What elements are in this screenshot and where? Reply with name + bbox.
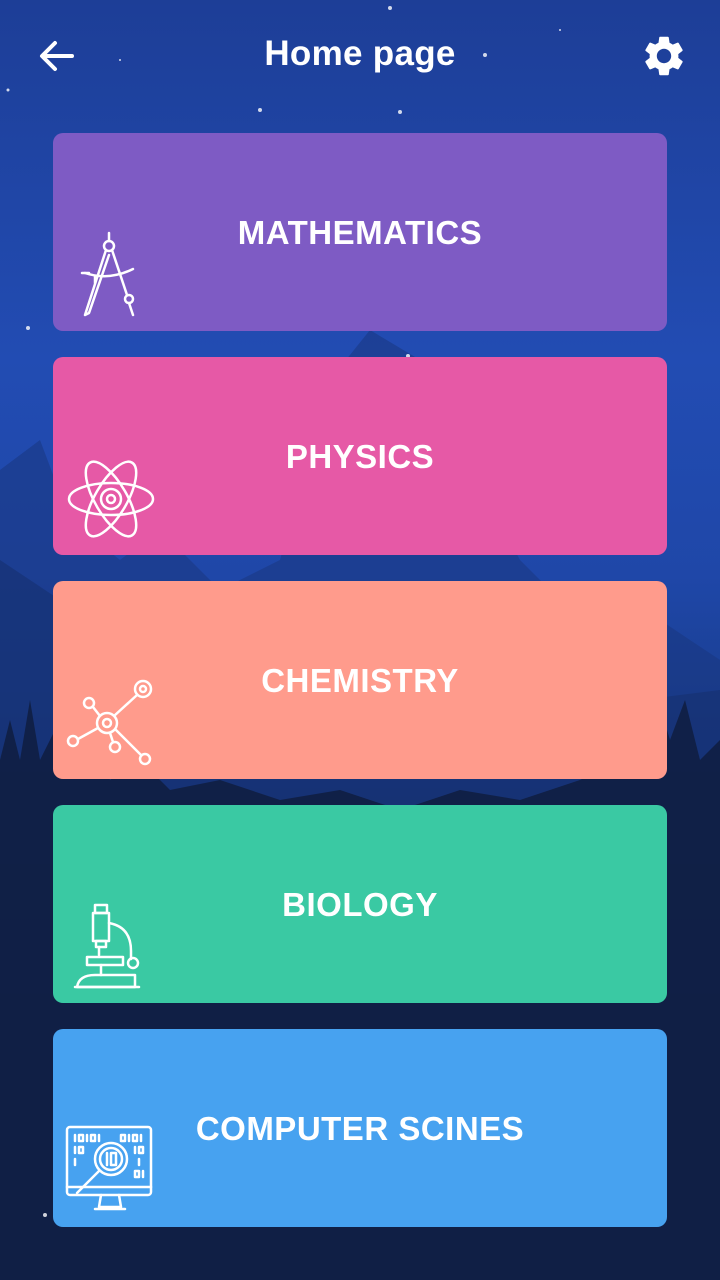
subject-card-computer-sciences[interactable]: COMPUTER SCINES xyxy=(53,1029,667,1227)
page-title: Home page xyxy=(264,34,456,73)
star xyxy=(43,1213,47,1217)
molecule-icon xyxy=(66,679,153,766)
subject-card-physics[interactable]: PHYSICS xyxy=(53,357,667,555)
star xyxy=(26,326,30,330)
app-header: Home page xyxy=(0,0,720,112)
microscope-icon xyxy=(73,903,141,989)
atom-icon xyxy=(67,460,155,538)
subject-card-biology[interactable]: BIOLOGY xyxy=(53,805,667,1003)
settings-button[interactable] xyxy=(636,28,692,84)
subject-card-mathematics[interactable]: MATHEMATICS xyxy=(53,133,667,331)
compass-icon xyxy=(80,231,135,317)
subject-card-chemistry[interactable]: CHEMISTRY xyxy=(53,581,667,779)
gear-icon xyxy=(645,36,683,76)
computer-search-icon xyxy=(65,1125,153,1211)
